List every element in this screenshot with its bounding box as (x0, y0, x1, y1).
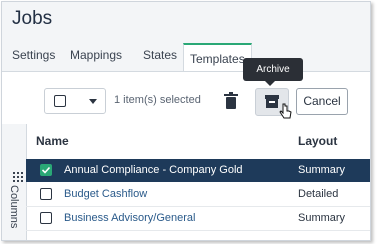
row-checkbox[interactable] (40, 188, 52, 200)
select-all-checkbox[interactable] (54, 95, 66, 107)
table-header: Name Layout (26, 130, 370, 154)
column-header-layout[interactable]: Layout (298, 134, 337, 148)
row-name[interactable]: Business Advisory/General (64, 212, 195, 224)
row-layout: Summary (298, 164, 346, 176)
tab-mappings[interactable]: Mappings (70, 48, 122, 62)
tab-states[interactable]: States (143, 48, 177, 62)
selection-count: 1 item(s) selected (114, 94, 201, 106)
row-name[interactable]: Budget Cashflow (64, 188, 147, 200)
page-title: Jobs (12, 8, 53, 29)
cancel-button[interactable]: Cancel (296, 88, 348, 115)
tab-bar: Settings Mappings States Templates (2, 38, 370, 72)
chevron-down-icon[interactable] (89, 99, 97, 104)
tab-settings[interactable]: Settings (12, 48, 55, 62)
archive-button[interactable] (255, 88, 292, 119)
select-all-dropdown[interactable] (44, 88, 106, 114)
trash-icon (224, 92, 238, 109)
row-checkbox[interactable] (40, 164, 52, 176)
row-name[interactable]: Annual Compliance - Company Gold (64, 164, 243, 176)
tab-templates[interactable]: Templates (183, 43, 252, 71)
jobs-window: Jobs Settings Mappings States Templates … (1, 1, 371, 241)
archive-tooltip: Archive (243, 58, 303, 81)
tooltip-arrow (265, 81, 275, 86)
delete-button[interactable] (214, 88, 248, 116)
cursor-hand-icon (279, 103, 292, 119)
row-layout: Summary (298, 212, 346, 224)
grid-icon (13, 172, 23, 182)
column-header-name[interactable]: Name (36, 134, 69, 148)
checkmark-icon (41, 166, 51, 174)
table-row[interactable]: Business Advisory/General Summary (26, 207, 370, 231)
row-layout: Detailed (298, 188, 339, 200)
row-checkbox[interactable] (40, 212, 52, 224)
columns-label[interactable]: Columns (8, 185, 20, 228)
table-row[interactable]: Budget Cashflow Detailed (26, 183, 370, 207)
table-row[interactable]: Annual Compliance - Company Gold Summary (26, 159, 370, 182)
